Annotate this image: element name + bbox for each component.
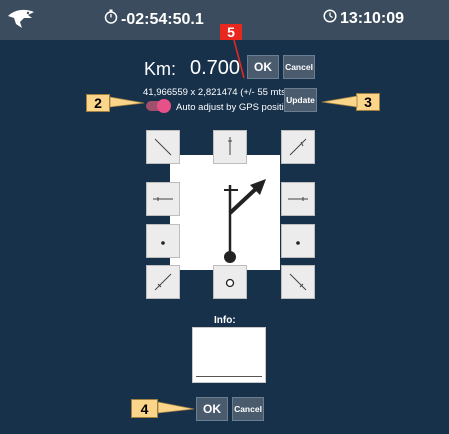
dot-icon (161, 241, 165, 245)
dot-icon (296, 241, 300, 245)
toggle-knob (157, 99, 171, 113)
info-label: Info: (214, 315, 236, 326)
info-text-box[interactable] (192, 327, 266, 383)
callout-3: 3 (356, 93, 380, 111)
direction-board (170, 155, 280, 270)
km-label: Km: (144, 59, 177, 79)
callout-4-pointer (158, 401, 195, 414)
turn-left-icon (153, 197, 173, 201)
eagle-logo-icon (8, 9, 34, 28)
clock-value: 13:10:09 (340, 10, 405, 27)
tile-dot-right[interactable] (281, 224, 315, 258)
app-frame: -02:54:50.1 13:10:09 5 Km: 0.700 OK Canc… (0, 0, 449, 434)
turn-right-icon (288, 197, 308, 201)
tile-roundabout[interactable] (213, 265, 247, 299)
tile-diagonal-right-up[interactable] (281, 130, 315, 164)
timer-value: -02:54:50.1 (121, 11, 204, 28)
selected-direction-diagram (224, 179, 266, 263)
auto-adjust-toggle[interactable] (146, 99, 171, 113)
roundabout-icon (225, 278, 235, 288)
tile-turn-right[interactable] (281, 182, 315, 216)
km-cancel-button[interactable]: Cancel (283, 55, 315, 79)
info-ok-button[interactable]: OK (196, 397, 228, 421)
info-text-underline (196, 376, 262, 377)
km-ok-button[interactable]: OK (247, 55, 279, 79)
tile-straight-up[interactable] (213, 130, 247, 164)
auto-adjust-label: Auto adjust by GPS position (176, 102, 295, 113)
tile-diagonal-right-down[interactable] (281, 265, 315, 299)
tile-dot-left[interactable] (146, 224, 180, 258)
callout-2-pointer (110, 96, 145, 108)
km-value[interactable]: 0.700 (190, 57, 240, 80)
diagonal-right-up-icon (289, 138, 307, 156)
callout-4: 4 (131, 399, 158, 418)
callout-3-pointer (321, 95, 358, 108)
info-cancel-button[interactable]: Cancel (232, 397, 264, 421)
clock-icon (323, 9, 337, 28)
tile-diagonal-left-up[interactable] (146, 130, 180, 164)
gps-coordinates: 41,966559 x 2,821474 (+/- 55 mts) (143, 87, 290, 98)
straight-up-icon (228, 137, 232, 155)
tile-turn-left[interactable] (146, 182, 180, 216)
current-time: 13:10:09 (323, 9, 404, 28)
diagonal-left-up-icon (154, 138, 172, 156)
diagonal-right-down-icon (289, 273, 307, 291)
diagonal-left-down-icon (154, 273, 172, 291)
countdown-timer: -02:54:50.1 (104, 9, 204, 29)
stopwatch-icon (104, 9, 118, 29)
tile-diagonal-left-down[interactable] (146, 265, 180, 299)
callout-2: 2 (86, 94, 110, 112)
update-button[interactable]: Update (284, 88, 317, 112)
